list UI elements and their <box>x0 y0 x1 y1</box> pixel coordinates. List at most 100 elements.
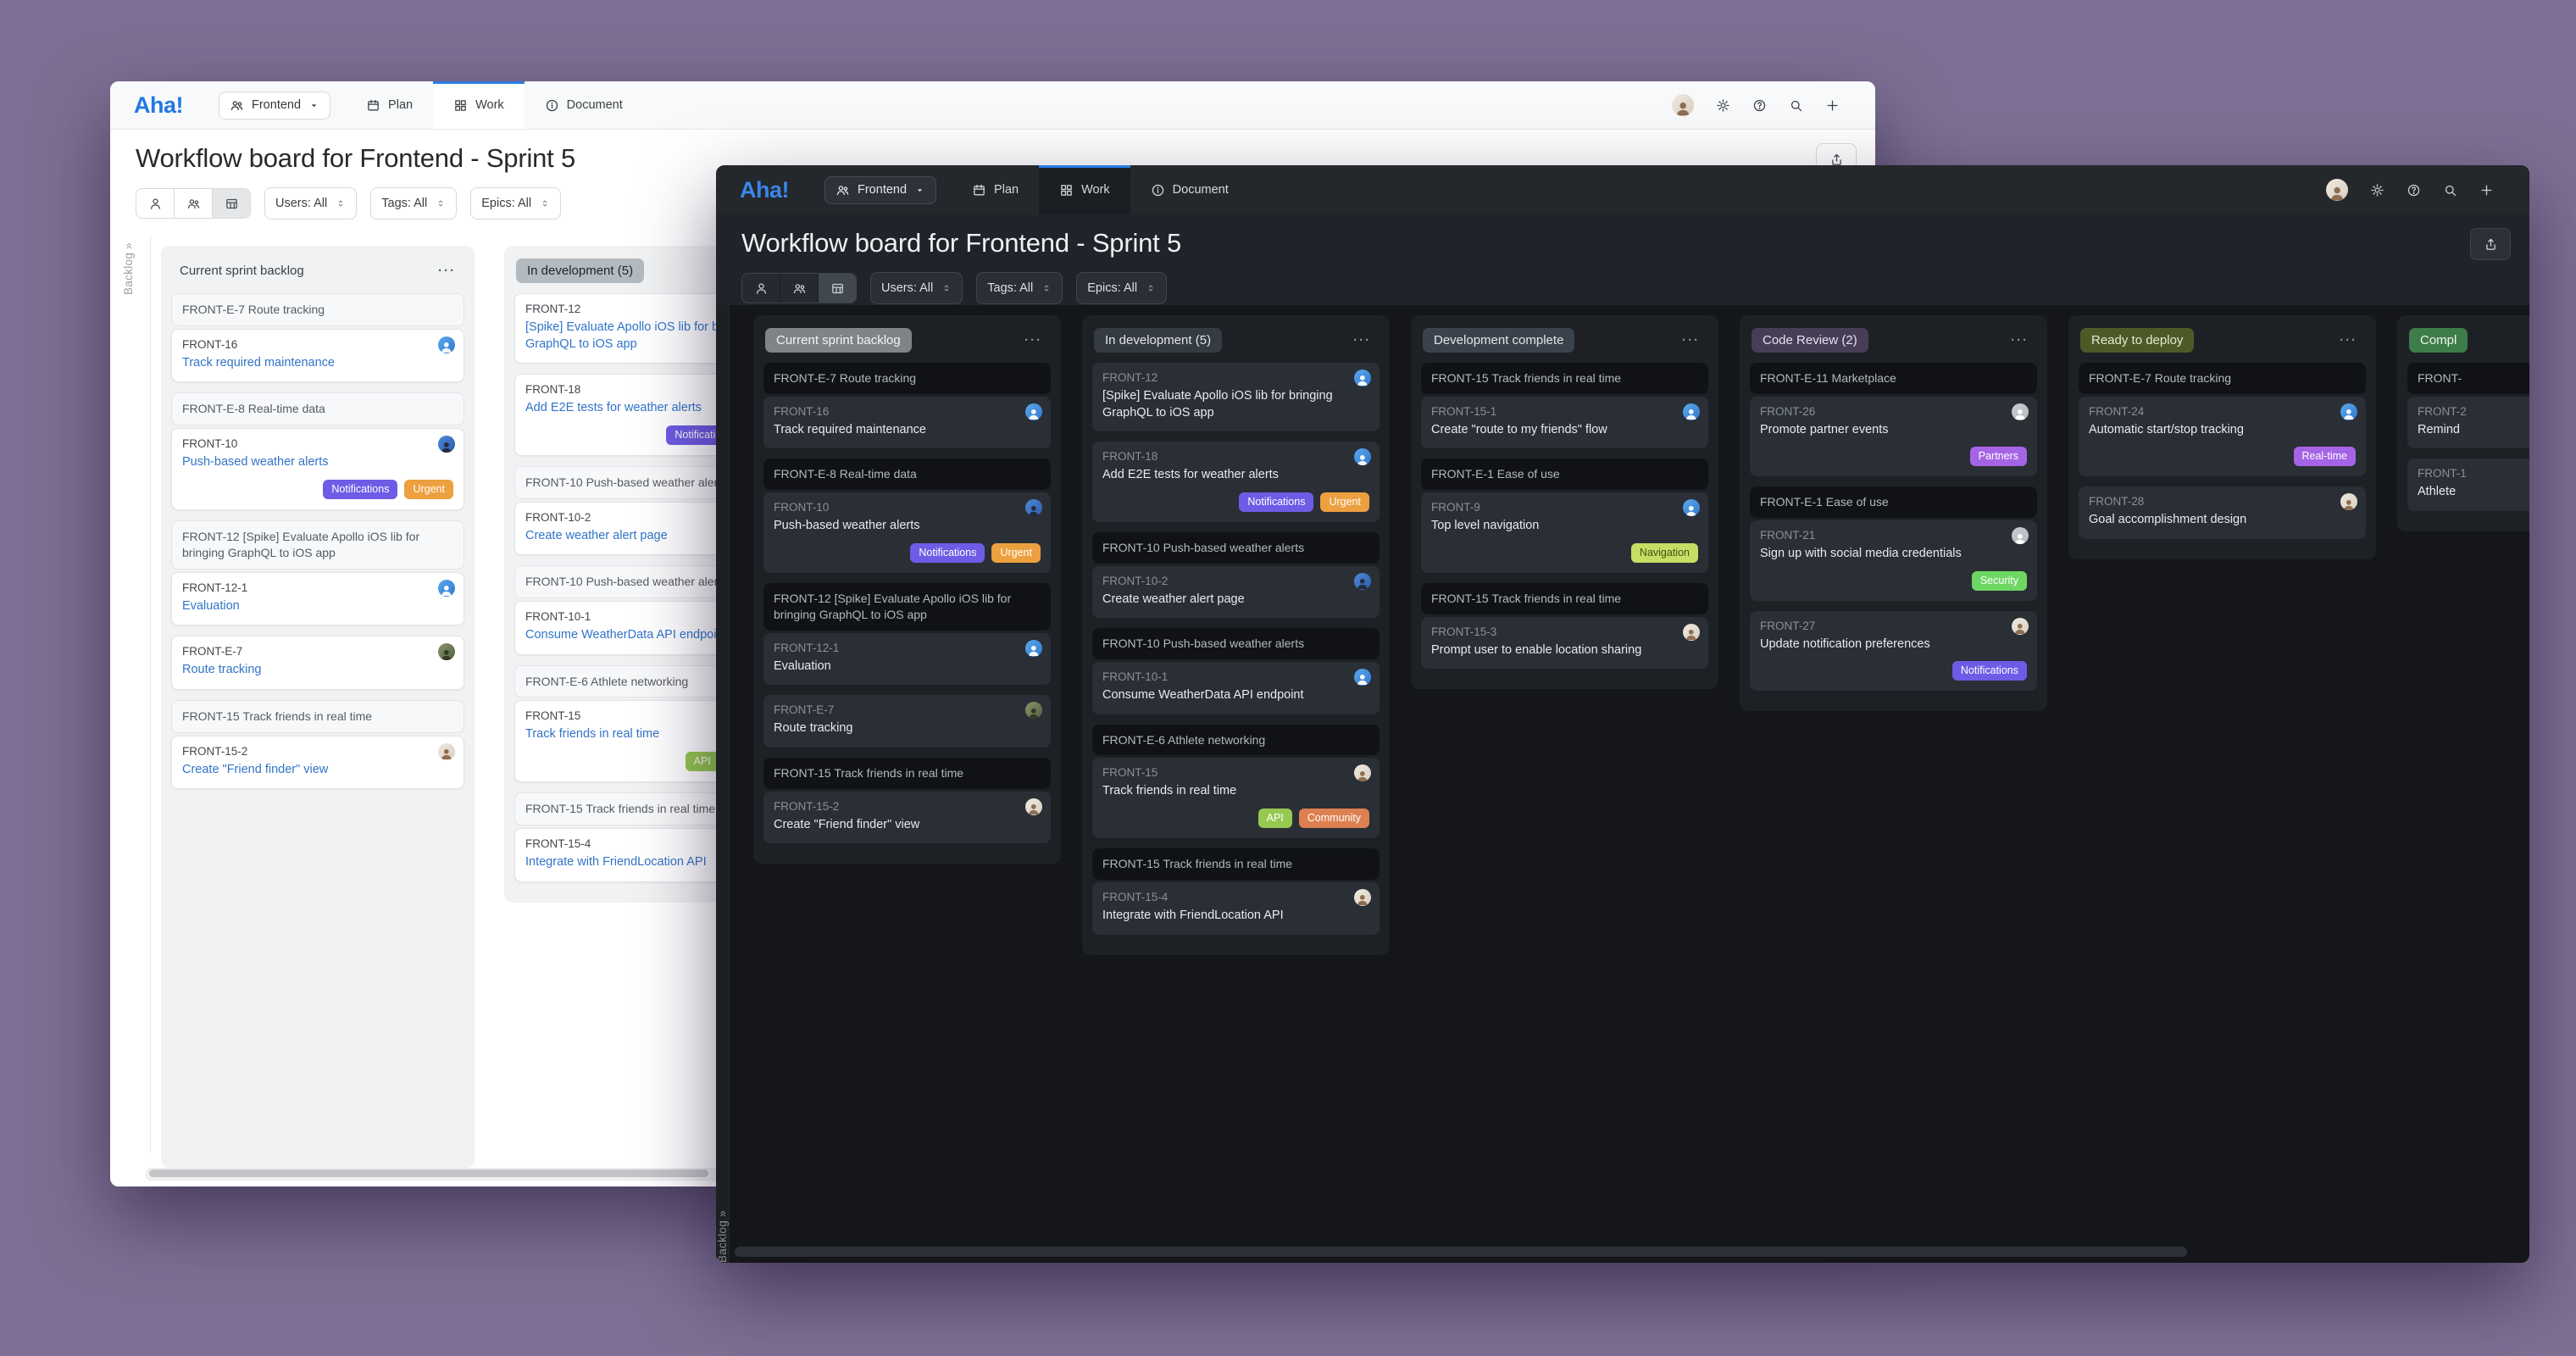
work-item-card[interactable]: FRONT-28Goal accomplishment design <box>2079 486 2366 539</box>
view-individuals-button[interactable] <box>742 274 780 303</box>
card-group-header[interactable]: FRONT- <box>2407 363 2529 394</box>
card-group-header[interactable]: FRONT-15 Track friends in real time <box>1421 583 1708 614</box>
card-group-header[interactable]: FRONT-12 [Spike] Evaluate Apollo iOS lib… <box>171 520 464 570</box>
column-menu-button[interactable]: ··· <box>433 262 461 280</box>
aha-logo[interactable]: Aha! <box>740 177 789 203</box>
card-title[interactable]: Track required maintenance <box>182 355 453 372</box>
plus-icon[interactable] <box>1825 98 1840 113</box>
gear-icon[interactable] <box>1716 98 1730 113</box>
work-item-card[interactable]: FRONT-16Track required maintenance <box>171 329 464 383</box>
card-group-header[interactable]: FRONT-10 Push-based weather alerts <box>1092 628 1380 659</box>
card-title[interactable]: Route tracking <box>182 662 453 679</box>
view-team-button[interactable] <box>780 274 818 303</box>
search-icon[interactable] <box>2443 183 2457 197</box>
filter-dropdown-users[interactable]: Users: All <box>264 187 357 220</box>
work-item-card[interactable]: FRONT-E-7Route tracking <box>171 636 464 690</box>
work-item-card[interactable]: FRONT-12-1Evaluation <box>763 633 1051 686</box>
card-group-header[interactable]: FRONT-E-8 Real-time data <box>763 458 1051 490</box>
horizontal-scrollbar-thumb[interactable] <box>735 1247 2187 1257</box>
user-avatar[interactable] <box>2326 179 2348 201</box>
tab-document[interactable]: Document <box>525 81 643 129</box>
work-item-card[interactable]: FRONT-10Push-based weather alertsNotific… <box>763 492 1051 573</box>
work-item-card[interactable]: FRONT-27Update notification preferencesN… <box>1750 611 2037 692</box>
card-title[interactable]: Create "route to my friends" flow <box>1431 422 1698 439</box>
work-item-card[interactable]: FRONT-18Add E2E tests for weather alerts… <box>1092 442 1380 522</box>
filter-dropdown-tags[interactable]: Tags: All <box>370 187 457 220</box>
column-menu-button[interactable]: ··· <box>1677 331 1705 349</box>
work-item-card[interactable]: FRONT-10-2Create weather alert page <box>1092 566 1380 619</box>
backlog-collapsed-panel[interactable]: Backlog » <box>716 305 730 1263</box>
card-title[interactable]: Consume WeatherData API endpoint <box>1102 687 1369 704</box>
work-item-card[interactable]: FRONT-15-3Prompt user to enable location… <box>1421 617 1708 670</box>
filter-dropdown-users[interactable]: Users: All <box>870 272 963 304</box>
card-title[interactable]: Track friends in real time <box>1102 783 1369 800</box>
help-icon[interactable] <box>2407 183 2421 197</box>
horizontal-scrollbar-thumb[interactable] <box>149 1170 708 1177</box>
work-item-card[interactable]: FRONT-10Push-based weather alertsNotific… <box>171 428 464 510</box>
card-title[interactable]: Track required maintenance <box>774 422 1041 439</box>
card-title[interactable]: Automatic start/stop tracking <box>2089 422 2356 439</box>
work-item-card[interactable]: FRONT-26Promote partner eventsPartners <box>1750 397 2037 477</box>
card-group-header[interactable]: FRONT-15 Track friends in real time <box>763 758 1051 789</box>
backlog-label[interactable]: Backlog » <box>122 242 135 295</box>
card-group-header[interactable]: FRONT-E-1 Ease of use <box>1421 458 1708 490</box>
gear-icon[interactable] <box>2370 183 2384 197</box>
help-icon[interactable] <box>1752 98 1767 113</box>
plus-icon[interactable] <box>2479 183 2494 197</box>
tab-work[interactable]: Work <box>433 81 525 129</box>
work-item-card[interactable]: FRONT-15Track friends in real timeAPICom… <box>1092 758 1380 838</box>
user-avatar[interactable] <box>1672 94 1694 116</box>
card-title[interactable]: Route tracking <box>774 720 1041 737</box>
card-title[interactable]: Create "Friend finder" view <box>182 762 453 779</box>
card-title[interactable]: Evaluation <box>774 659 1041 675</box>
card-title[interactable]: Evaluation <box>182 598 453 615</box>
card-group-header[interactable]: FRONT-E-7 Route tracking <box>763 363 1051 394</box>
card-group-header[interactable]: FRONT-15 Track friends in real time <box>171 700 464 733</box>
card-group-header[interactable]: FRONT-12 [Spike] Evaluate Apollo iOS lib… <box>763 583 1051 631</box>
card-group-header[interactable]: FRONT-E-7 Route tracking <box>2079 363 2366 394</box>
column-menu-button[interactable]: ··· <box>2006 331 2034 349</box>
card-group-header[interactable]: FRONT-E-7 Route tracking <box>171 293 464 326</box>
work-item-card[interactable]: FRONT-21Sign up with social media creden… <box>1750 520 2037 601</box>
card-group-header[interactable]: FRONT-E-1 Ease of use <box>1750 486 2037 518</box>
card-group-header[interactable]: FRONT-15 Track friends in real time <box>1092 848 1380 880</box>
card-group-header[interactable]: FRONT-E-11 Marketplace <box>1750 363 2037 394</box>
filter-dropdown-epics[interactable]: Epics: All <box>1076 272 1167 304</box>
work-item-card[interactable]: FRONT-15-1Create "route to my friends" f… <box>1421 397 1708 449</box>
card-title[interactable]: Create "Friend finder" view <box>774 817 1041 834</box>
card-title[interactable]: Integrate with FriendLocation API <box>1102 908 1369 925</box>
tab-work[interactable]: Work <box>1039 165 1130 214</box>
card-title[interactable]: Athlete <box>2418 484 2529 501</box>
work-item-card[interactable]: FRONT-2Remind <box>2407 397 2529 449</box>
view-board-button[interactable] <box>212 189 250 218</box>
card-title[interactable]: Sign up with social media credentials <box>1760 546 2027 563</box>
card-title[interactable]: Add E2E tests for weather alerts <box>1102 467 1369 484</box>
work-item-card[interactable]: FRONT-12[Spike] Evaluate Apollo iOS lib … <box>1092 363 1380 431</box>
work-item-card[interactable]: FRONT-12-1Evaluation <box>171 572 464 626</box>
work-item-card[interactable]: FRONT-10-1Consume WeatherData API endpoi… <box>1092 662 1380 714</box>
card-title[interactable]: Prompt user to enable location sharing <box>1431 642 1698 659</box>
work-item-card[interactable]: FRONT-15-2Create "Friend finder" view <box>763 792 1051 844</box>
column-menu-button[interactable]: ··· <box>1019 331 1047 349</box>
search-icon[interactable] <box>1789 98 1803 113</box>
card-title[interactable]: Create weather alert page <box>1102 592 1369 609</box>
tab-document[interactable]: Document <box>1130 165 1249 214</box>
work-item-card[interactable]: FRONT-E-7Route tracking <box>763 695 1051 747</box>
card-group-header[interactable]: FRONT-E-6 Athlete networking <box>1092 725 1380 756</box>
view-individuals-button[interactable] <box>136 189 174 218</box>
work-item-card[interactable]: FRONT-15-2Create "Friend finder" view <box>171 736 464 790</box>
card-group-header[interactable]: FRONT-10 Push-based weather alerts <box>1092 532 1380 564</box>
work-item-card[interactable]: FRONT-1Athlete <box>2407 458 2529 511</box>
view-board-button[interactable] <box>818 274 856 303</box>
card-title[interactable]: [Spike] Evaluate Apollo iOS lib for brin… <box>1102 388 1369 421</box>
filter-dropdown-tags[interactable]: Tags: All <box>976 272 1063 304</box>
column-menu-button[interactable]: ··· <box>2334 331 2362 349</box>
card-title[interactable]: Remind <box>2418 422 2529 439</box>
card-group-header[interactable]: FRONT-E-8 Real-time data <box>171 392 464 425</box>
card-group-header[interactable]: FRONT-15 Track friends in real time <box>1421 363 1708 394</box>
card-title[interactable]: Push-based weather alerts <box>774 518 1041 535</box>
view-team-button[interactable] <box>174 189 212 218</box>
card-title[interactable]: Update notification preferences <box>1760 636 2027 653</box>
share-button[interactable] <box>2470 228 2511 260</box>
work-item-card[interactable]: FRONT-16Track required maintenance <box>763 397 1051 449</box>
